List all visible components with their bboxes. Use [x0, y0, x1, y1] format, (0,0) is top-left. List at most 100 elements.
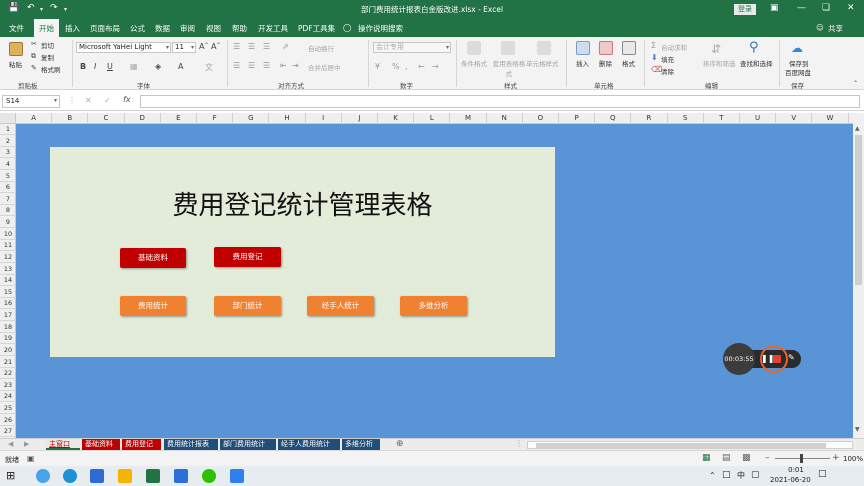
- department-stats-button[interactable]: 部门统计: [214, 296, 281, 316]
- share-button[interactable]: 共享: [828, 23, 843, 34]
- row-header[interactable]: 8: [0, 205, 16, 217]
- column-header[interactable]: D: [125, 113, 161, 124]
- phonetic-icon[interactable]: 文: [205, 62, 213, 73]
- sheet-tab[interactable]: 经手人费用统计: [278, 439, 340, 450]
- tab-insert[interactable]: 插入: [65, 23, 80, 34]
- row-header[interactable]: 26: [0, 415, 16, 426]
- tray-chevron-icon[interactable]: ⌃: [709, 471, 716, 480]
- indent-icon[interactable]: ⇤: [280, 61, 287, 70]
- autosum-button[interactable]: 自动求和: [661, 42, 687, 52]
- row-header[interactable]: 20: [0, 345, 16, 356]
- scroll-down-icon[interactable]: ▼: [855, 426, 860, 433]
- scroll-up-icon[interactable]: ▲: [855, 125, 860, 132]
- expense-entry-button[interactable]: 费用登记: [214, 247, 281, 267]
- copy-icon[interactable]: ⧉: [31, 52, 36, 61]
- wechat-icon[interactable]: [202, 469, 216, 483]
- login-button[interactable]: 登录: [734, 4, 756, 15]
- row-header[interactable]: 25: [0, 403, 16, 415]
- column-header[interactable]: H: [269, 113, 306, 124]
- conditional-format-button[interactable]: 条件格式: [461, 58, 487, 68]
- vertical-scrollbar[interactable]: ▲ ▼: [853, 113, 864, 438]
- row-header[interactable]: 5: [0, 171, 16, 182]
- row-header[interactable]: 18: [0, 322, 16, 333]
- tab-developer[interactable]: 开发工具: [258, 23, 288, 34]
- align-right-icon[interactable]: ☰: [263, 61, 270, 70]
- tab-page-layout[interactable]: 页面布局: [90, 23, 120, 34]
- font-size-combo[interactable]: 11 ▾: [172, 42, 196, 53]
- delete-cells-button[interactable]: 删除: [599, 58, 612, 68]
- row-header[interactable]: 2: [0, 136, 16, 147]
- bold-button[interactable]: B: [80, 62, 86, 71]
- autosum-icon[interactable]: Σ: [651, 41, 656, 50]
- add-sheet-icon[interactable]: ⊕: [396, 439, 404, 449]
- column-header[interactable]: V: [776, 113, 813, 124]
- handler-stats-button[interactable]: 经手人统计: [307, 296, 374, 316]
- browser-icon[interactable]: [63, 469, 77, 483]
- row-header[interactable]: 3: [0, 147, 16, 159]
- row-header[interactable]: 6: [0, 182, 16, 194]
- tab-review[interactable]: 审阅: [180, 23, 195, 34]
- formula-input[interactable]: [140, 95, 860, 108]
- format-painter-button[interactable]: 格式刷: [41, 64, 61, 74]
- sheet-tab[interactable]: 费用登记: [122, 439, 161, 450]
- cut-button[interactable]: 剪切: [41, 40, 54, 50]
- format-painter-icon[interactable]: ✎: [31, 64, 37, 72]
- scroll-thumb[interactable]: [536, 443, 826, 448]
- column-header[interactable]: N: [487, 113, 523, 124]
- row-header[interactable]: 15: [0, 287, 16, 298]
- baidu-pan-label[interactable]: 百度网盘: [785, 67, 811, 77]
- prev-sheet-icon[interactable]: ◀: [8, 440, 13, 448]
- row-header[interactable]: 23: [0, 380, 16, 391]
- fill-icon[interactable]: ⬇: [651, 53, 658, 62]
- clear-button[interactable]: 清除: [661, 66, 674, 76]
- font-color-icon[interactable]: A: [178, 62, 183, 71]
- format-table-button[interactable]: 套用表格格式: [492, 58, 526, 78]
- cut-icon[interactable]: ✂: [31, 40, 37, 48]
- italic-button[interactable]: I: [94, 62, 96, 71]
- row-header[interactable]: 19: [0, 333, 16, 345]
- column-header[interactable]: A: [16, 113, 53, 124]
- row-header[interactable]: 9: [0, 217, 16, 229]
- column-header[interactable]: B: [52, 113, 89, 124]
- cell-styles-button[interactable]: 单元格样式: [526, 58, 559, 68]
- column-header[interactable]: F: [197, 113, 234, 124]
- wrap-text-button[interactable]: 自动换行: [308, 43, 334, 53]
- column-header[interactable]: I: [306, 113, 342, 124]
- sort-filter-button[interactable]: 排序和筛选: [703, 58, 736, 68]
- decrease-font-icon[interactable]: Aˇ: [211, 42, 220, 51]
- find-select-button[interactable]: 查找和选择: [740, 58, 773, 68]
- zoom-slider-thumb[interactable]: [800, 454, 803, 463]
- find-select-icon[interactable]: ⚲: [749, 40, 759, 55]
- column-header[interactable]: T: [704, 113, 740, 124]
- tab-view[interactable]: 视图: [206, 23, 221, 34]
- page-break-view-icon[interactable]: ▩: [742, 453, 751, 463]
- fill-color-icon[interactable]: ◈: [155, 62, 161, 71]
- column-header[interactable]: M: [450, 113, 487, 124]
- align-bottom-icon[interactable]: ☰: [263, 42, 270, 51]
- column-header[interactable]: G: [233, 113, 270, 124]
- clock-date[interactable]: 2021-06-20: [770, 476, 811, 484]
- normal-view-icon[interactable]: ▦: [702, 453, 711, 463]
- sheet-tab[interactable]: 基础资料: [82, 439, 120, 450]
- tab-file[interactable]: 文件: [9, 23, 24, 34]
- paste-label[interactable]: 粘贴: [9, 59, 22, 69]
- sheet-tab[interactable]: 主窗口: [46, 439, 80, 450]
- tell-me-search[interactable]: 操作说明搜索: [358, 23, 403, 34]
- format-cells-button[interactable]: 格式: [622, 58, 635, 68]
- outdent-icon[interactable]: ⇥: [292, 61, 299, 70]
- macro-record-icon[interactable]: ▣: [27, 454, 35, 463]
- cell-styles-icon[interactable]: [537, 41, 551, 55]
- row-header[interactable]: 7: [0, 194, 16, 205]
- select-all-button[interactable]: [0, 113, 16, 124]
- align-top-icon[interactable]: ☰: [233, 42, 240, 51]
- delete-cells-icon[interactable]: [599, 41, 613, 55]
- file-explorer-icon[interactable]: [118, 469, 132, 483]
- sort-filter-icon[interactable]: ⇵: [711, 42, 721, 56]
- column-header[interactable]: O: [523, 113, 559, 124]
- row-header[interactable]: 17: [0, 310, 16, 322]
- ime-indicator[interactable]: 中: [737, 470, 745, 481]
- border-icon[interactable]: ▦: [130, 62, 138, 71]
- column-header[interactable]: S: [668, 113, 704, 124]
- column-header[interactable]: P: [559, 113, 596, 124]
- insert-cells-icon[interactable]: [576, 41, 590, 55]
